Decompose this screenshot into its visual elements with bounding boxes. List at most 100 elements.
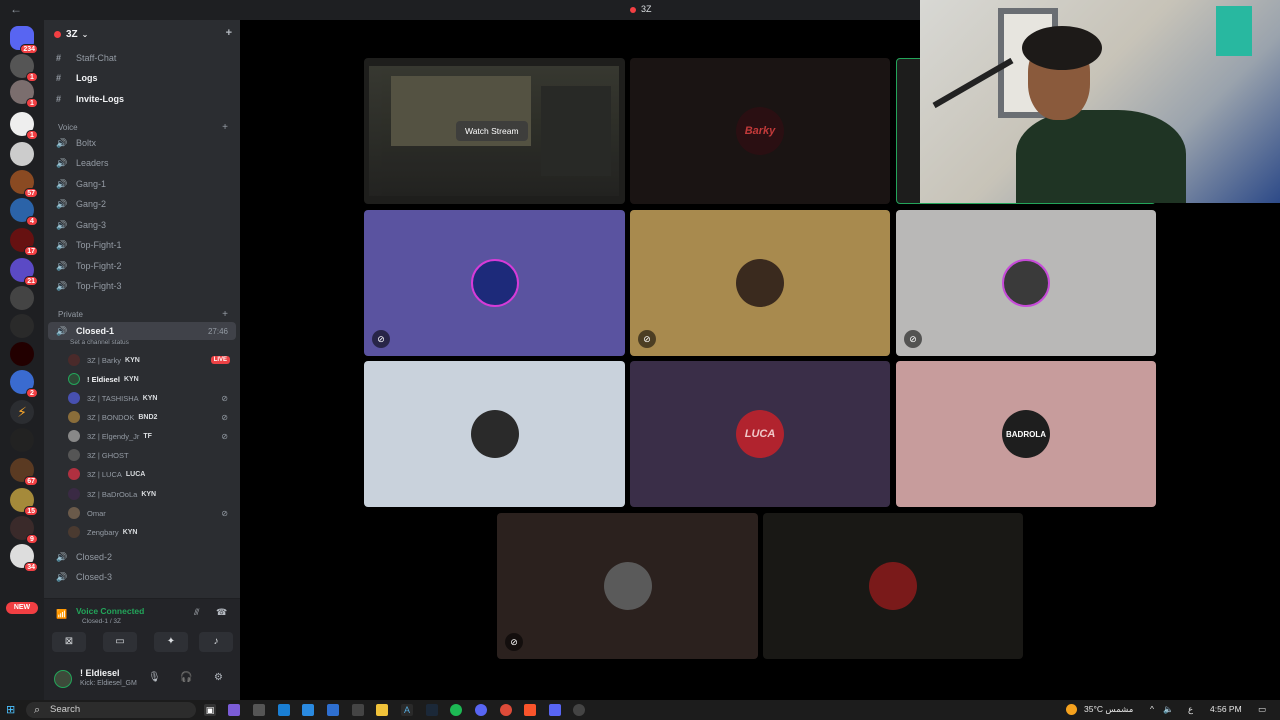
server-icon[interactable] bbox=[10, 342, 34, 366]
server-icon[interactable]: 1 bbox=[10, 80, 38, 108]
avatar[interactable] bbox=[54, 670, 72, 688]
participant-tile[interactable] bbox=[364, 361, 625, 507]
server-icon[interactable] bbox=[10, 286, 34, 310]
voice-member[interactable]: 3Z | Barky KYN LIVE bbox=[68, 351, 234, 369]
add-channel-icon[interactable]: + bbox=[222, 309, 228, 320]
server-icon[interactable]: 67 bbox=[10, 458, 38, 486]
spotify-icon[interactable] bbox=[450, 704, 462, 716]
server-icon[interactable]: 15 bbox=[10, 488, 38, 516]
stream-tile[interactable]: Watch Stream bbox=[364, 58, 625, 204]
voice-channel-closed-2[interactable]: 🔊 Closed-2 bbox=[48, 548, 236, 566]
back-arrow-icon[interactable]: ← bbox=[10, 2, 22, 16]
voice-member[interactable]: Zengbary KYN bbox=[68, 523, 234, 541]
voice-channel[interactable]: 🔊 Gang-2 bbox=[48, 195, 236, 213]
weather-text[interactable]: 35°C مشمس bbox=[1084, 704, 1133, 715]
participant-tile[interactable]: ⊘ bbox=[896, 210, 1156, 356]
participant-tile[interactable]: ⊘ bbox=[630, 210, 890, 356]
home-button[interactable]: 234 bbox=[10, 26, 38, 54]
disconnect-icon[interactable]: ☎ bbox=[216, 607, 227, 618]
watch-stream-button[interactable]: Watch Stream bbox=[456, 121, 528, 141]
voice-member[interactable]: 3Z | BaDrOoLa KYN bbox=[68, 485, 234, 503]
voice-channel[interactable]: 🔊 Top-Fight-3 bbox=[48, 277, 236, 295]
participant-tile[interactable]: LUCA bbox=[630, 361, 890, 507]
app-icon[interactable]: A bbox=[401, 704, 413, 716]
gear-icon[interactable]: ⚙ bbox=[214, 672, 223, 683]
text-channel-staff-chat[interactable]: # Staff-Chat bbox=[48, 49, 236, 67]
voice-member[interactable]: 3Z | Elgendy_Jr TF ⊘ bbox=[68, 427, 234, 445]
voice-member[interactable]: 3Z | LUCA LUCA bbox=[68, 465, 234, 483]
screen-share-button[interactable]: ▭ bbox=[103, 632, 137, 652]
store-icon[interactable] bbox=[302, 704, 314, 716]
text-channel-logs[interactable]: # Logs bbox=[48, 69, 236, 87]
soundboard-button[interactable]: ♪ bbox=[199, 632, 233, 652]
app-icon[interactable] bbox=[327, 704, 339, 716]
voice-channel[interactable]: 🔊 Gang-1 bbox=[48, 175, 236, 193]
noise-suppression-icon[interactable]: ⫻ bbox=[194, 607, 199, 618]
widgets-icon[interactable] bbox=[253, 704, 265, 716]
windows-start-icon[interactable]: ⊞ bbox=[6, 704, 18, 716]
server-icon[interactable]: 21 bbox=[10, 258, 38, 286]
language-indicator[interactable]: ع bbox=[1188, 704, 1193, 715]
edge-icon[interactable] bbox=[278, 704, 290, 716]
voice-channel[interactable]: 🔊 Boltx bbox=[48, 134, 236, 152]
headphones-icon[interactable]: 🎧 bbox=[180, 672, 192, 683]
volume-icon[interactable]: 🔈 bbox=[1163, 704, 1174, 715]
server-icon[interactable]: 1 bbox=[10, 54, 38, 82]
weather-sun-icon[interactable] bbox=[1066, 704, 1077, 715]
file-explorer-icon[interactable] bbox=[376, 704, 388, 716]
add-channel-icon[interactable]: + bbox=[222, 122, 228, 133]
app-icon[interactable] bbox=[475, 704, 487, 716]
app-icon[interactable] bbox=[352, 704, 364, 716]
server-icon[interactable] bbox=[10, 314, 34, 338]
username[interactable]: ! Eldiesel bbox=[80, 668, 120, 678]
server-icon[interactable]: 4 bbox=[10, 198, 38, 226]
voice-member[interactable]: 3Z | TASHISHA KYN ⊘ bbox=[68, 389, 234, 407]
voice-member[interactable]: ! Eldiesel KYN bbox=[68, 370, 234, 388]
server-header[interactable]: 3Z ⌄ + bbox=[44, 20, 240, 48]
participant-tile[interactable]: BADROLA bbox=[896, 361, 1156, 507]
activities-button[interactable]: ✦ bbox=[154, 632, 188, 652]
channel-status-prompt[interactable]: Set a channel status bbox=[70, 339, 129, 346]
task-view-icon[interactable]: ▣ bbox=[204, 704, 216, 716]
server-icon[interactable]: 2 bbox=[10, 370, 38, 398]
server-icon[interactable]: 1 bbox=[10, 112, 38, 140]
participant-tile[interactable]: Barky bbox=[630, 58, 890, 204]
server-icon[interactable]: 34 bbox=[10, 544, 38, 572]
server-icon[interactable]: 57 bbox=[10, 170, 38, 198]
voice-channel[interactable]: 🔊 Top-Fight-2 bbox=[48, 257, 236, 275]
brave-icon[interactable] bbox=[524, 704, 536, 716]
server-icon[interactable] bbox=[10, 428, 34, 452]
invite-people-icon[interactable]: + bbox=[226, 27, 232, 39]
voice-connected-label[interactable]: Voice Connected bbox=[76, 606, 144, 616]
lightning-server-icon[interactable]: ⚡ bbox=[10, 400, 34, 424]
obs-icon[interactable] bbox=[573, 704, 585, 716]
chevron-up-icon[interactable]: ^ bbox=[1150, 704, 1154, 714]
chrome-icon[interactable] bbox=[500, 704, 512, 716]
server-icon[interactable]: 9 bbox=[10, 516, 38, 544]
voice-channel-path[interactable]: Closed-1 / 3Z bbox=[82, 618, 121, 625]
voice-channel-closed-3[interactable]: 🔊 Closed-3 bbox=[48, 568, 236, 586]
voice-channel[interactable]: 🔊 Top-Fight-1 bbox=[48, 236, 236, 254]
voice-member[interactable]: 3Z | GHOST bbox=[68, 446, 234, 464]
discord-icon[interactable] bbox=[549, 704, 561, 716]
voice-channel[interactable]: 🔊 Leaders bbox=[48, 154, 236, 172]
skull-server-icon[interactable] bbox=[10, 142, 34, 166]
clock[interactable]: 4:56 PM bbox=[1210, 704, 1242, 714]
category-private[interactable]: Private + bbox=[58, 307, 236, 321]
copilot-icon[interactable] bbox=[228, 704, 240, 716]
microphone-icon[interactable]: 🎙 bbox=[148, 672, 161, 683]
camera-off-button[interactable]: ⊠ bbox=[52, 632, 86, 652]
voice-channel-active[interactable]: 🔊 Closed-1 27:46 bbox=[48, 322, 236, 340]
server-icon[interactable]: 17 bbox=[10, 228, 38, 256]
taskbar-search[interactable]: Search bbox=[26, 702, 196, 718]
text-channel-invite-logs[interactable]: # Invite-Logs bbox=[48, 90, 236, 108]
notifications-icon[interactable]: ▭ bbox=[1258, 704, 1266, 715]
participant-tile[interactable]: ⊘ bbox=[497, 513, 758, 659]
participant-tile[interactable] bbox=[763, 513, 1023, 659]
new-servers-badge[interactable]: NEW bbox=[6, 602, 38, 614]
steam-icon[interactable] bbox=[426, 704, 438, 716]
voice-member[interactable]: 3Z | BONDOK BND2 ⊘ bbox=[68, 408, 234, 426]
voice-channel[interactable]: 🔊 Gang-3 bbox=[48, 216, 236, 234]
voice-member[interactable]: Omar ⊘ bbox=[68, 504, 234, 522]
category-voice[interactable]: Voice + bbox=[58, 120, 236, 134]
